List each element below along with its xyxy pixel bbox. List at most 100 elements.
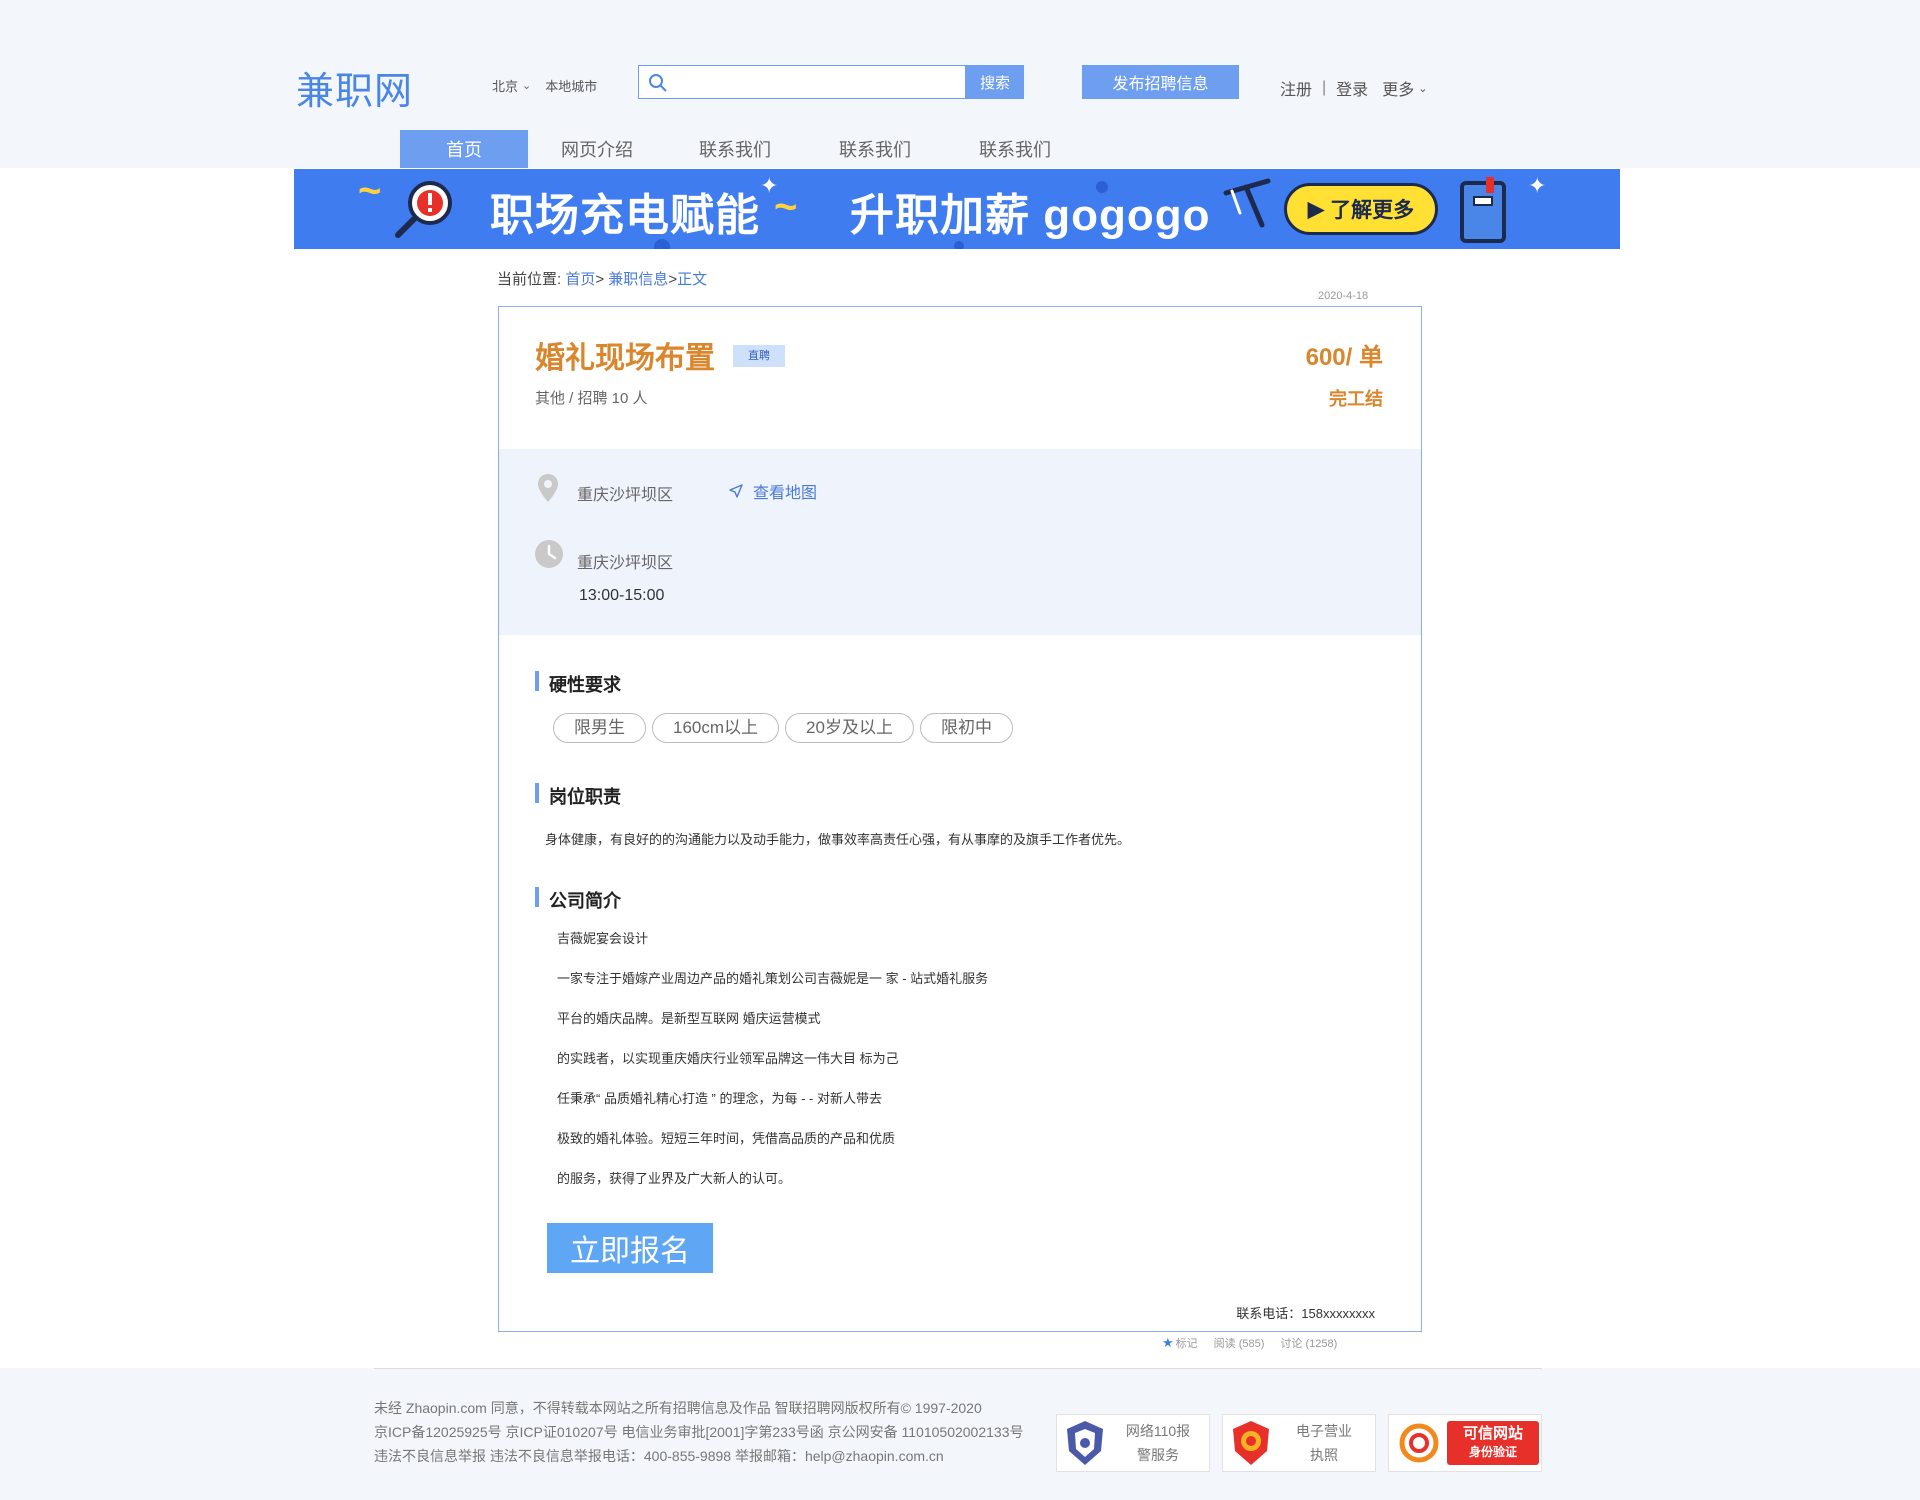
- magnifier-alert-icon: [395, 181, 452, 238]
- police-110-badge[interactable]: 网络110报 警服务: [1056, 1414, 1210, 1472]
- clock-icon: [535, 540, 563, 568]
- chevron-down-icon: ⌄: [1418, 82, 1428, 95]
- duties-text: 身体健康，有良好的的沟通能力以及动手能力，做事效率高责任心强，有从事摩的及旗手工…: [545, 832, 1131, 847]
- view-map-label: 查看地图: [753, 485, 818, 502]
- settlement-type: 完工结: [1329, 389, 1383, 409]
- business-license-icon: [1233, 1421, 1269, 1465]
- job-title: 婚礼现场布置: [535, 342, 715, 375]
- footer-line: 京ICP备12025925号 京ICP证010207号 电信业务审批[2001]…: [374, 1424, 1024, 1440]
- view-map-link[interactable]: 查看地图: [729, 479, 817, 503]
- work-location: 重庆沙坪坝区: [577, 555, 674, 572]
- badge-label: 网络110报 警服务: [1107, 1419, 1209, 1467]
- trusted-site-badge[interactable]: 可信网站 身份验证: [1388, 1414, 1542, 1472]
- more-menu[interactable]: 更多: [1382, 76, 1414, 100]
- contact-phone: 联系电话：158xxxxxxxx: [1236, 1306, 1375, 1321]
- search-button[interactable]: 搜索: [966, 65, 1024, 99]
- location-panel: 重庆沙坪坝区 查看地图 重庆沙坪坝区 13:00-15:00: [499, 449, 1421, 635]
- badge-label-line: 警服务: [1137, 1447, 1179, 1463]
- post-job-button[interactable]: 发布招聘信息: [1082, 65, 1239, 99]
- play-icon: ▶: [1307, 197, 1325, 221]
- badge-label-line: 执照: [1310, 1447, 1338, 1463]
- nav-item-contact[interactable]: 联系我们: [804, 130, 946, 168]
- register-link[interactable]: 注册: [1280, 76, 1312, 100]
- requirement-tag: 限男生: [553, 713, 646, 743]
- login-link[interactable]: 登录: [1336, 76, 1368, 100]
- nav-item-contact[interactable]: 联系我们: [946, 130, 1084, 168]
- requirement-tag: 160cm以上: [652, 713, 780, 743]
- job-location: 重庆沙坪坝区: [577, 487, 674, 504]
- post-date: 2020-4-18: [1318, 290, 1369, 302]
- location-pin-icon: [538, 474, 558, 502]
- company-intro-line: 的实践者，以实现重庆婚庆行业领军品牌这一伟大目 标为己: [557, 1051, 899, 1066]
- requirement-tag: 限初中: [919, 713, 1013, 743]
- breadcrumb-current[interactable]: 正文: [677, 271, 707, 288]
- mark-label: 标记: [1175, 1338, 1198, 1350]
- nav-item-contact[interactable]: 联系我们: [666, 130, 804, 168]
- footer-report-line[interactable]: 违法不良信息举报 违法不良信息举报电话：400-855-9898 举报邮箱：he…: [374, 1444, 1042, 1468]
- breadcrumb-sep: >: [595, 271, 609, 288]
- sparkle-icon: ✦: [1528, 173, 1547, 198]
- badge-label-line: 身份验证: [1468, 1445, 1517, 1459]
- direct-hire-badge: 直聘: [733, 345, 785, 367]
- promo-banner[interactable]: ~ 职场充电赋能 ✦ ~ 升职加薪 gogogo ▶ 了解更多 ✦: [294, 169, 1620, 249]
- breadcrumb-home[interactable]: 首页: [565, 271, 595, 288]
- duties-heading: 岗位职责: [535, 783, 621, 809]
- footer: 未经 Zhaopin.com 同意，不得转载本网站之所有招聘信息及作品 智联招聘…: [0, 1368, 1920, 1500]
- decor-tilde: ~: [358, 169, 382, 213]
- chevron-down-icon: ⌄: [522, 80, 532, 92]
- discuss-link[interactable]: 讨论 (1258): [1280, 1335, 1337, 1351]
- job-detail-card: 婚礼现场布置 直聘 其他 / 招聘 10 人 600/ 单 完工结 重庆沙坪坝区…: [498, 306, 1422, 1332]
- company-intro-line: 一家专注于婚嫁产业周边产品的婚礼策划公司吉薇妮是一 家 - 站式婚礼服务: [557, 971, 989, 986]
- learn-more-label: 了解更多: [1330, 199, 1415, 222]
- company-intro-line: 吉薇妮宴会设计: [557, 931, 649, 946]
- nav-item-intro[interactable]: 网页介绍: [528, 130, 666, 168]
- company-intro-line: 平台的婚庆品牌。是新型互联网 婚庆运营模式: [557, 1011, 821, 1026]
- badge-label-line: 网络110报: [1125, 1423, 1191, 1439]
- job-meta: 其他 / 招聘 10 人: [535, 390, 648, 407]
- search-input[interactable]: [639, 66, 965, 98]
- breadcrumb-sep: >: [668, 271, 678, 288]
- requirement-tag: 20岁及以上: [785, 713, 914, 743]
- company-heading: 公司简介: [535, 887, 621, 913]
- badge-label: 电子营业 执照: [1273, 1419, 1375, 1467]
- banner-headline-right: 升职加薪 gogogo: [850, 191, 1211, 240]
- mark-link[interactable]: ★ 标记: [1162, 1335, 1198, 1351]
- business-license-badge[interactable]: 电子营业 执照: [1222, 1414, 1376, 1472]
- footer-divider: [374, 1368, 1542, 1369]
- company-intro-line: 极致的婚礼体验。短短三年时间，凭借高品质的产品和优质: [557, 1131, 896, 1146]
- breadcrumb-category[interactable]: 兼职信息: [608, 271, 668, 288]
- local-city-link[interactable]: 本地城市: [545, 76, 597, 95]
- nav-item-home[interactable]: 首页: [400, 130, 528, 168]
- breadcrumb: 当前位置: 首页> 兼职信息>正文: [497, 268, 707, 289]
- main-nav: 首页 网页介绍 联系我们 联系我们 联系我们: [400, 130, 1084, 168]
- read-count: 阅读 (585): [1213, 1338, 1265, 1350]
- badge-label-line: 可信网站: [1462, 1425, 1523, 1442]
- requirement-tags: 限男生 160cm以上 20岁及以上 限初中: [553, 713, 1013, 743]
- site-logo[interactable]: 兼职网: [296, 60, 413, 115]
- city-selector[interactable]: 北京 ⌄ 本地城市: [492, 76, 597, 95]
- trusted-site-logo-icon: [1399, 1423, 1439, 1463]
- user-links: 注册 | 登录 更多 ⌄: [1280, 76, 1427, 100]
- banner-headline-left: 职场充电赋能: [490, 191, 760, 240]
- badge-label-line: 电子营业: [1296, 1423, 1352, 1439]
- footer-line: 未经 Zhaopin.com 同意，不得转载本网站之所有招聘信息及作品 智联招聘…: [374, 1400, 982, 1416]
- notebook-icon: [1460, 177, 1506, 243]
- work-time: 13:00-15:00: [579, 587, 665, 604]
- requirements-heading: 硬性要求: [535, 671, 621, 697]
- apply-now-button[interactable]: 立即报名: [547, 1223, 713, 1273]
- divider: |: [1322, 79, 1327, 96]
- company-intro: 吉薇妮宴会设计 一家专注于婚嫁产业周边产品的婚礼策划公司吉薇妮是一 家 - 站式…: [557, 931, 988, 1211]
- navigation-arrow-icon: [729, 484, 743, 498]
- learn-more-button[interactable]: ▶ 了解更多: [1284, 183, 1438, 235]
- broom-icon: [1223, 178, 1271, 228]
- breadcrumb-prefix: 当前位置:: [497, 271, 566, 288]
- trusted-site-label: 可信网站 身份验证: [1447, 1421, 1539, 1465]
- star-icon: ★: [1162, 1335, 1174, 1350]
- city-name: 北京: [492, 79, 519, 94]
- footer-copyright: 未经 Zhaopin.com 同意，不得转载本网站之所有招聘信息及作品 智联招聘…: [374, 1396, 1042, 1468]
- search-box: [638, 65, 966, 99]
- company-intro-line: 任秉承“ 品质婚礼精心打造 ” 的理念，为每 - - 对新人带去: [557, 1091, 882, 1106]
- police-shield-icon: [1067, 1421, 1103, 1465]
- salary: 600/ 单: [1305, 344, 1383, 371]
- decor-tilde: ~: [774, 185, 798, 229]
